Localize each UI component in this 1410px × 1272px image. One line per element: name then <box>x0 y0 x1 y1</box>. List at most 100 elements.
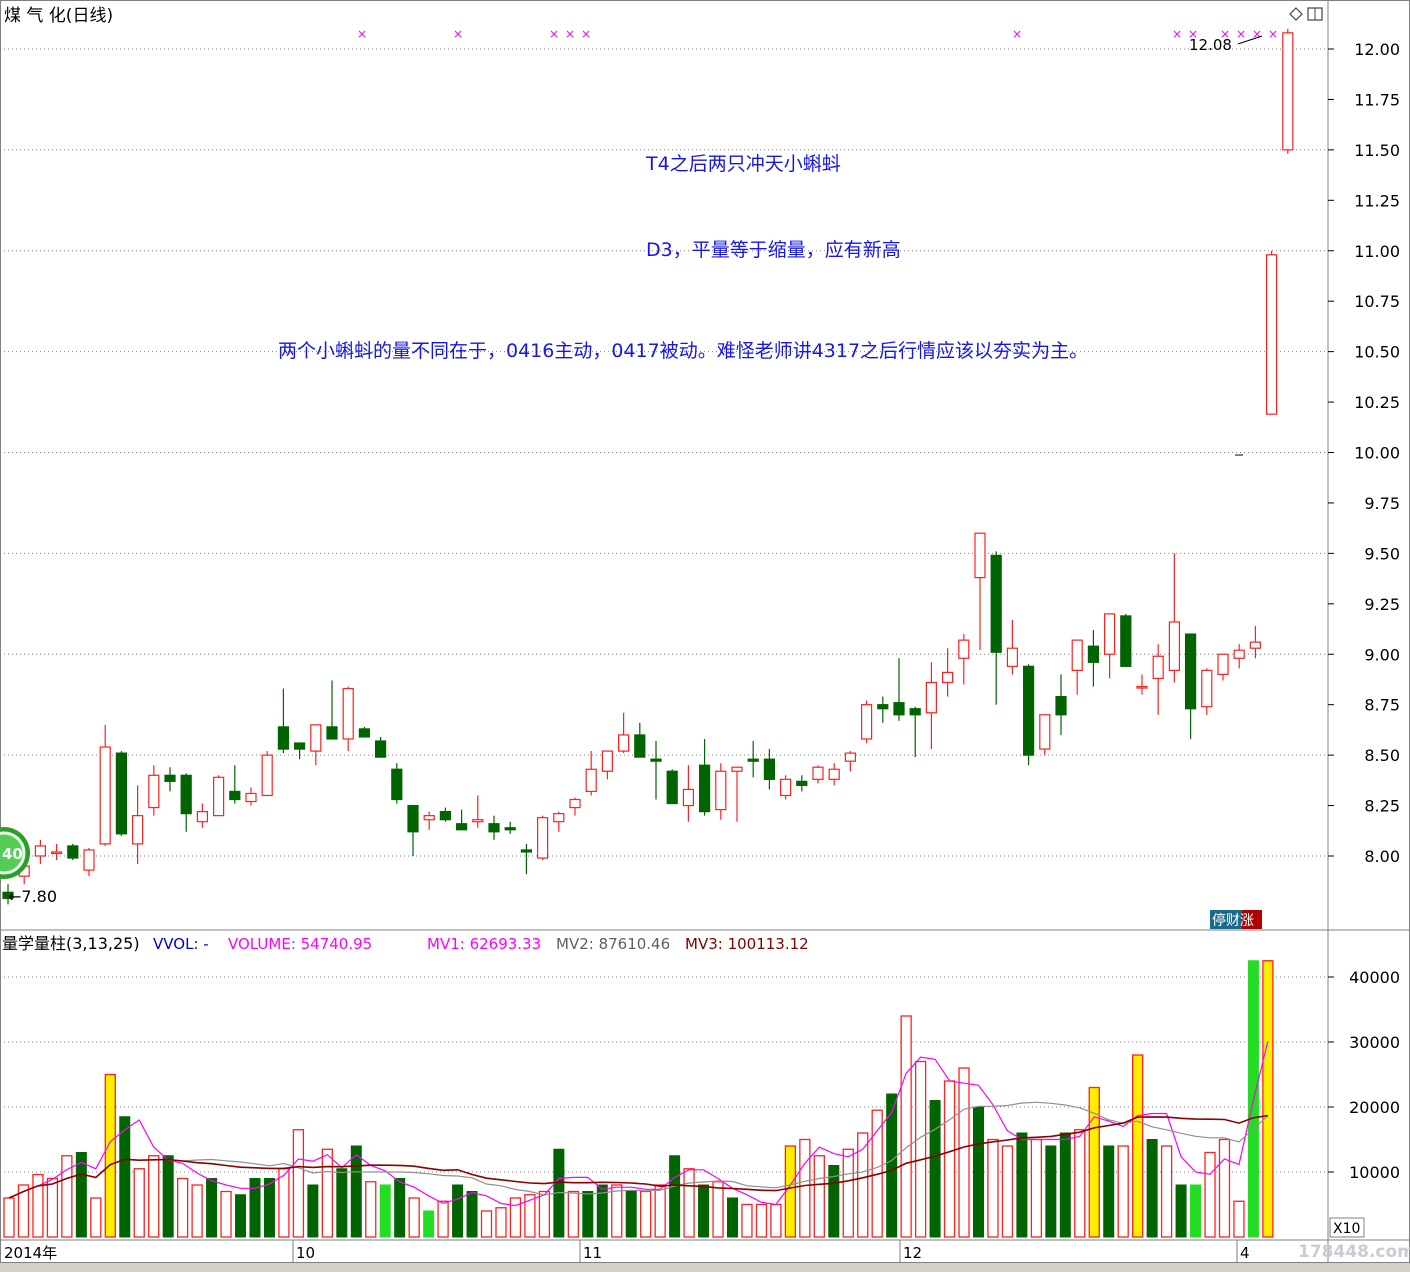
volume-bar-up <box>914 1060 927 1238</box>
volume-bar-down <box>698 1184 710 1238</box>
volume-bar-up <box>176 1177 189 1238</box>
candle <box>536 815 549 861</box>
price-tick-label: 10.75 <box>1354 292 1400 311</box>
volume-bar-up <box>640 1190 652 1238</box>
date-label-2014: 2014年 <box>4 1244 57 1262</box>
annotation-3: 两个小蝌蚪的量不同在于，0416主动，0417被动。难怪老师讲4317之后行情应… <box>278 340 1088 362</box>
candle <box>50 843 63 861</box>
candle <box>164 767 176 792</box>
tab-strip[interactable] <box>0 1263 1410 1272</box>
volume-bar-up <box>437 1200 449 1238</box>
volume-bar-up <box>191 1184 203 1238</box>
candle-body-up <box>50 851 63 855</box>
volume-bar-highlight <box>1088 1086 1100 1238</box>
price-tick-label: 10.00 <box>1354 444 1400 463</box>
candle <box>1071 639 1083 695</box>
volume-bar-down <box>423 1210 435 1238</box>
candle-body-down <box>164 774 176 782</box>
volume-bar-up <box>958 1067 970 1238</box>
candle <box>1055 674 1067 735</box>
volume-bar-up <box>1074 1129 1086 1238</box>
price-tick-label: 8.75 <box>1364 696 1400 715</box>
price-tick-label: 8.00 <box>1364 847 1400 866</box>
volume-bar-up <box>1030 1138 1043 1238</box>
price-tick-label: 10.25 <box>1354 393 1400 412</box>
volume-bar-down <box>1103 1145 1115 1238</box>
volume-bar-down <box>929 1100 941 1238</box>
candle-body-up <box>553 813 565 823</box>
candle-body-up <box>682 788 695 807</box>
price-tick-label: 11.00 <box>1354 242 1400 261</box>
candle-body-up <box>536 817 549 859</box>
candle-body-down <box>456 823 468 831</box>
candle-body-up <box>569 798 581 809</box>
candle-body-up <box>828 768 840 780</box>
volume-bar-up <box>611 1184 623 1238</box>
volume-bar-down <box>1016 1132 1028 1238</box>
candle-body-up <box>1136 685 1148 689</box>
candle <box>974 532 986 651</box>
candle <box>115 751 128 836</box>
candle-body-up <box>1006 647 1019 667</box>
badge-text: 40 <box>2 845 23 863</box>
chart-title: 煤 气 化(日线) <box>4 6 113 26</box>
stop-badge[interactable]: 停财涨 <box>1210 910 1262 929</box>
volume-bar-up <box>813 1155 825 1238</box>
candle-body-up <box>812 766 824 780</box>
candle <box>698 738 711 816</box>
candle <box>132 785 144 865</box>
diamond-icon[interactable] <box>1289 7 1303 21</box>
legend-vvol: VVOL: - <box>153 935 209 953</box>
window-icon[interactable] <box>1307 7 1323 21</box>
candle-body-up <box>213 776 225 817</box>
volume-bar-down <box>1146 1139 1158 1238</box>
candle-body-up <box>34 845 47 857</box>
volume-bar-up <box>365 1181 377 1238</box>
volume-bar-down <box>1190 1184 1202 1238</box>
candle <box>958 634 970 685</box>
candle <box>456 809 468 831</box>
volume-unit: X10 <box>1333 1221 1360 1237</box>
volume-tick-label: 20000 <box>1349 1098 1400 1117</box>
candle <box>1152 644 1164 715</box>
candle <box>261 751 273 797</box>
volume-bar-down <box>466 1191 478 1238</box>
volume-bar-down <box>394 1178 406 1238</box>
candle <box>245 787 257 806</box>
volume-bar-up <box>900 1015 912 1238</box>
candle-body-up <box>1217 653 1229 676</box>
legend-mv2: MV2: 87610.46 <box>556 935 670 953</box>
date-label-11: 11 <box>583 1244 602 1262</box>
volume-bar-up <box>148 1155 160 1238</box>
candle <box>666 769 678 805</box>
candle-body-down <box>375 740 387 758</box>
candle-body-up <box>1282 32 1294 151</box>
candle-body-up <box>1249 641 1262 649</box>
candle-body-up <box>925 681 938 714</box>
candle <box>407 804 419 856</box>
price-tick-label: 9.50 <box>1364 544 1400 563</box>
candle <box>617 712 630 754</box>
candle-body-down <box>358 728 370 738</box>
volume-grid <box>0 976 1328 1173</box>
volume-axis-ticks: 40000 30000 20000 10000 <box>1328 968 1400 1182</box>
price-axis-ticks: 12.00 11.75 11.50 11.25 11.00 10.75 10.50 10.25… <box>1328 40 1400 866</box>
annotation-2: D3，平量等于缩量，应有新高 <box>646 239 901 261</box>
candle <box>1233 644 1245 669</box>
candle-body-down <box>277 726 289 750</box>
candle-body-up <box>731 766 743 772</box>
candle <box>1282 28 1294 154</box>
legend-mv1: MV1: 62693.33 <box>427 935 541 953</box>
volume-bar-up <box>1233 1200 1245 1238</box>
volume-bar-up <box>1160 1145 1173 1238</box>
candle-body-down <box>439 811 451 821</box>
stop-label: 停财涨 <box>1212 912 1254 929</box>
candle-body-down <box>294 742 306 750</box>
candle <box>488 815 500 840</box>
volume-bars <box>3 960 1274 1238</box>
candle-body-down <box>67 845 79 859</box>
legend-mv3: MV3: 100113.12 <box>685 935 809 953</box>
candle-body-up <box>196 811 208 823</box>
candle <box>731 766 743 822</box>
volume-bar-down <box>379 1184 391 1238</box>
